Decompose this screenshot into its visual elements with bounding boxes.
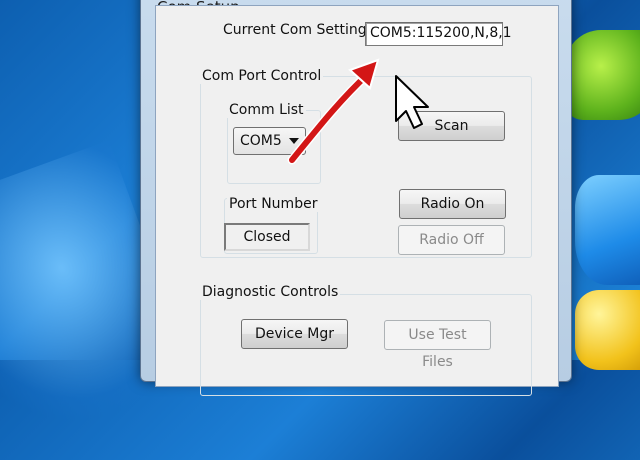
comm-list-selected: COM5 (240, 133, 282, 149)
window-client-area: Current Com Settings COM5:115200,N,8,1 C… (155, 5, 559, 396)
port-number-label: Port Number (227, 196, 320, 212)
radio-on-button[interactable]: Radio On (399, 189, 506, 219)
diagnostic-controls-title: Diagnostic Controls (200, 284, 341, 300)
current-com-settings-value: COM5:115200,N,8,1 (365, 22, 512, 46)
windows-logo-green-pane (565, 30, 640, 120)
comm-list-dropdown[interactable]: COM5 (233, 127, 306, 155)
use-test-files-button[interactable]: Use Test Files (384, 320, 491, 370)
radio-off-button[interactable]: Radio Off (398, 225, 505, 255)
windows-logo-blue-pane (575, 175, 640, 285)
device-mgr-button[interactable]: Device Mgr (241, 319, 348, 349)
scan-button[interactable]: Scan (398, 111, 505, 141)
com-port-control-title: Com Port Control (200, 68, 324, 84)
current-com-settings-label: Current Com Settings (223, 22, 374, 38)
com-setup-window: Com Setup Current Com Settings COM5:1152… (140, 0, 572, 396)
port-status-field: Closed (224, 223, 310, 251)
comm-list-label: Comm List (227, 102, 306, 118)
dropdown-arrow-icon (289, 138, 299, 144)
windows-logo-yellow-pane (575, 290, 640, 370)
